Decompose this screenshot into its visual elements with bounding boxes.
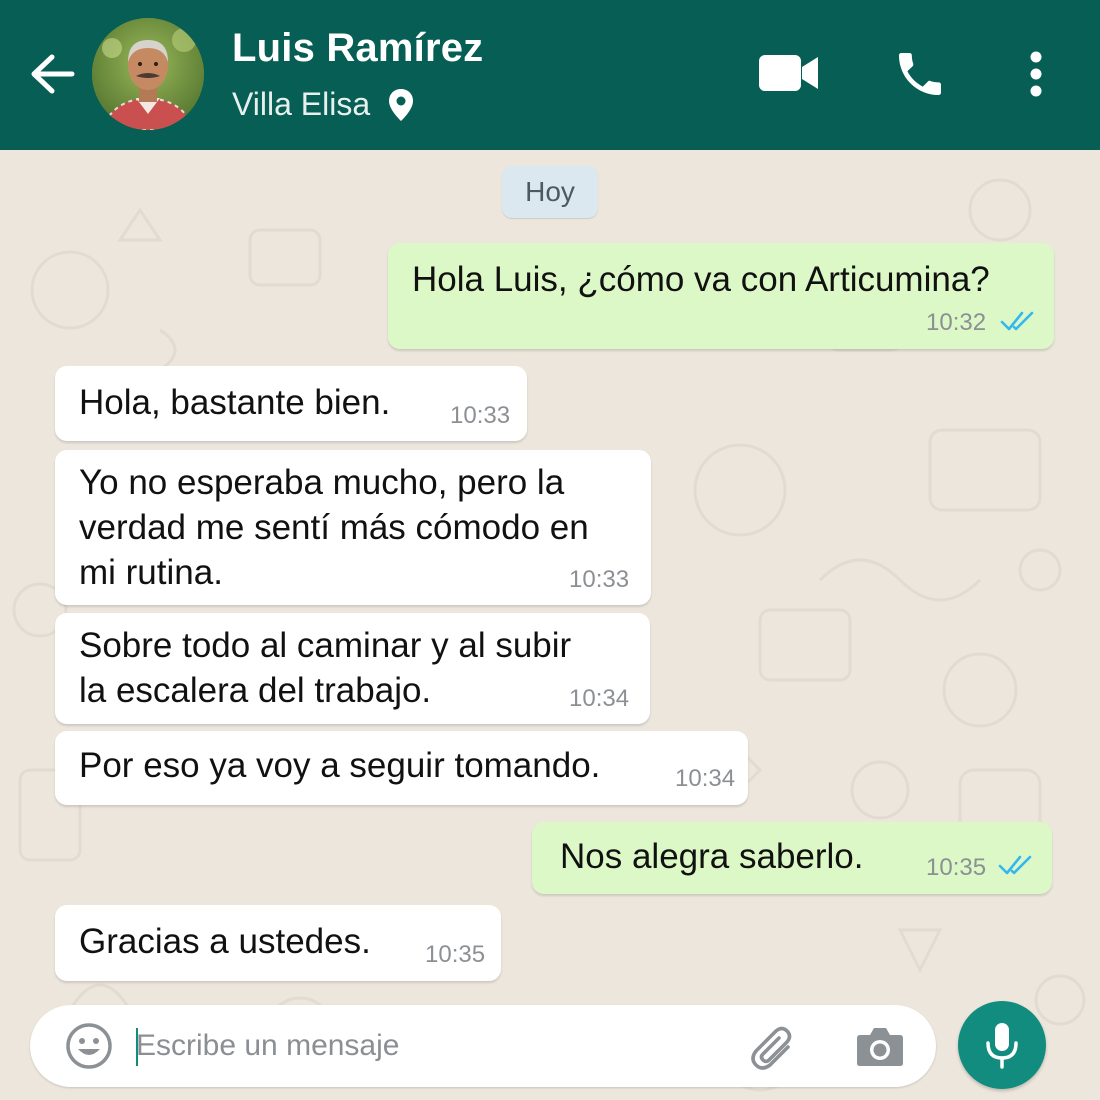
message-outgoing[interactable]: Nos alegra saberlo. 10:35 — [532, 822, 1052, 894]
read-receipt-icon — [1000, 311, 1034, 331]
message-text: Hola, bastante bien. — [79, 383, 391, 422]
contact-photo — [92, 18, 204, 130]
message-incoming[interactable]: Yo no esperaba mucho, pero la verdad me … — [55, 450, 651, 605]
message-incoming[interactable]: Por eso ya voy a seguir tomando. 10:34 — [55, 731, 748, 805]
emoji-icon[interactable] — [64, 1021, 114, 1071]
message-time: 10:35 — [425, 941, 486, 968]
contact-location-label: Villa Elisa — [232, 86, 371, 122]
voice-message-button[interactable] — [958, 1001, 1046, 1089]
avatar[interactable] — [92, 18, 204, 130]
message-text: Nos alegra saberlo. — [560, 837, 864, 876]
more-options-icon[interactable] — [1024, 50, 1048, 98]
message-text: Por eso ya voy a seguir tomando. — [79, 746, 601, 785]
message-time: 10:33 — [450, 402, 511, 429]
message-text: Hola Luis, ¿cómo va con Articumina? — [412, 260, 990, 299]
attach-clip-icon[interactable] — [748, 1023, 800, 1071]
message-incoming[interactable]: Sobre todo al caminar y al subir la esca… — [55, 613, 650, 724]
message-time: 10:34 — [675, 765, 736, 792]
message-text: Sobre todo al caminar y al subir la esca… — [79, 626, 572, 710]
chat-header: Luis Ramírez Villa Elisa — [0, 0, 1100, 150]
contact-name[interactable]: Luis Ramírez — [232, 26, 483, 71]
phone-call-icon[interactable] — [892, 46, 948, 102]
message-text: Gracias a ustedes. — [79, 922, 371, 961]
message-input[interactable] — [136, 1019, 736, 1073]
message-incoming[interactable]: Hola, bastante bien. 10:33 — [55, 366, 527, 441]
camera-icon[interactable] — [856, 1025, 904, 1067]
back-arrow-icon[interactable] — [26, 50, 78, 98]
message-time: 10:35 — [926, 854, 987, 881]
message-time: 10:32 — [926, 309, 987, 336]
date-separator: Hoy — [502, 166, 598, 218]
message-text: Yo no esperaba mucho, pero la verdad me … — [79, 463, 589, 592]
microphone-icon — [986, 1023, 1018, 1069]
message-time: 10:34 — [569, 685, 630, 712]
text-cursor — [136, 1028, 138, 1066]
video-call-icon[interactable] — [758, 52, 820, 94]
chat-screen: Luis Ramírez Villa Elisa Hoy Hola Luis, … — [0, 0, 1100, 1100]
read-receipt-icon — [998, 855, 1032, 875]
message-time: 10:33 — [569, 566, 630, 593]
location-pin-icon — [389, 88, 414, 121]
contact-location: Villa Elisa — [232, 86, 414, 123]
message-outgoing[interactable]: Hola Luis, ¿cómo va con Articumina? 10:3… — [388, 243, 1054, 349]
message-composer — [30, 1005, 936, 1087]
message-incoming[interactable]: Gracias a ustedes. 10:35 — [55, 905, 501, 981]
